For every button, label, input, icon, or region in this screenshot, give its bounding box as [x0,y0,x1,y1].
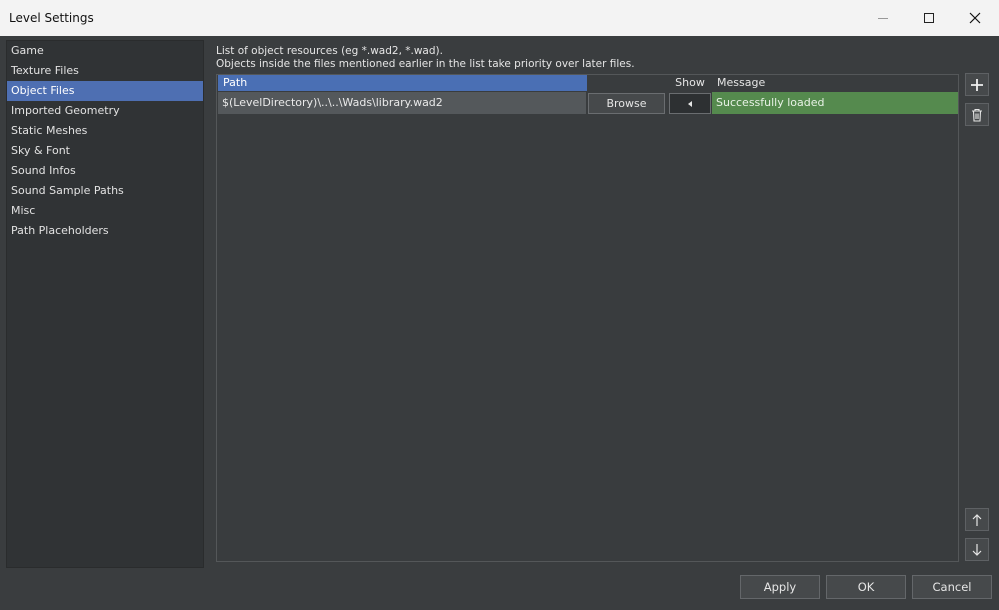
maximize-icon [924,13,934,23]
object-files-grid[interactable]: Path Show Message $(LevelDirectory)\..\.… [216,74,959,562]
apply-button[interactable]: Apply [740,575,820,599]
arrow-up-icon [972,513,982,526]
browse-button[interactable]: Browse [588,93,665,114]
plus-icon [971,78,983,91]
minimize-button[interactable] [860,0,906,36]
column-header-path[interactable]: Path [218,75,587,91]
minimize-icon [878,17,888,19]
title-bar: Level Settings [0,0,999,36]
nav-item-sound-sample-paths[interactable]: Sound Sample Paths [7,181,203,201]
move-down-button[interactable] [965,538,989,561]
description-line-1: List of object resources (eg *.wad2, *.w… [216,45,443,57]
maximize-button[interactable] [906,0,952,36]
window-title: Level Settings [9,11,94,25]
column-header-message[interactable]: Message [717,75,917,91]
triangle-left-icon [688,100,692,107]
grid-header: Path Show Message [217,75,958,91]
nav-item-path-placeholders[interactable]: Path Placeholders [7,221,203,241]
nav-item-texture-files[interactable]: Texture Files [7,61,203,81]
object-files-description: List of object resources (eg *.wad2, *.w… [216,45,635,71]
table-row[interactable]: $(LevelDirectory)\..\..\Wads\library.wad… [217,92,958,114]
nav-item-object-files[interactable]: Object Files [7,81,203,101]
message-cell: Successfully loaded [712,92,958,114]
settings-nav: Game Texture Files Object Files Imported… [6,40,204,568]
ok-button[interactable]: OK [826,575,906,599]
path-cell[interactable]: $(LevelDirectory)\..\..\Wads\library.wad… [218,92,586,114]
nav-item-sky-font[interactable]: Sky & Font [7,141,203,161]
remove-file-button[interactable] [965,103,989,126]
description-line-2: Objects inside the files mentioned earli… [216,58,635,70]
arrow-down-icon [972,543,982,556]
close-button[interactable] [952,0,998,36]
nav-item-misc[interactable]: Misc [7,201,203,221]
show-button[interactable] [669,93,711,114]
cancel-button[interactable]: Cancel [912,575,992,599]
trash-icon [972,108,982,122]
close-icon [969,12,981,24]
move-up-button[interactable] [965,508,989,531]
add-file-button[interactable] [965,73,989,96]
level-settings-window: Level Settings Game Texture Files Object… [0,0,999,610]
nav-item-static-meshes[interactable]: Static Meshes [7,121,203,141]
nav-item-game[interactable]: Game [7,41,203,61]
column-header-show[interactable]: Show [672,75,708,91]
nav-item-imported-geometry[interactable]: Imported Geometry [7,101,203,121]
nav-item-sound-infos[interactable]: Sound Infos [7,161,203,181]
